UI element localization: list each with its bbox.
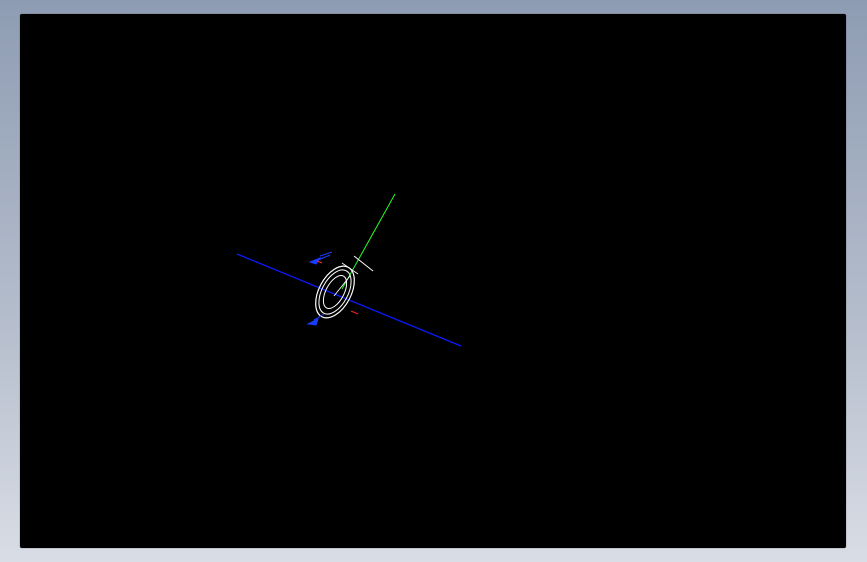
ring-feature[interactable] — [308, 260, 363, 324]
upper-dimension-leader — [319, 251, 333, 257]
cad-window-background: { "window": { "background_top": "#8e9cb3… — [0, 0, 867, 562]
ring-radius-line — [333, 275, 351, 297]
model-canvas[interactable] — [20, 14, 846, 548]
red-detail-mark-lower — [350, 310, 359, 315]
lower-dimension-arrow[interactable] — [306, 313, 325, 326]
graphics-viewport[interactable] — [20, 14, 846, 548]
inner-ring — [322, 275, 348, 309]
axis-tick-mark[interactable] — [353, 255, 374, 272]
outer-ring — [315, 265, 355, 319]
